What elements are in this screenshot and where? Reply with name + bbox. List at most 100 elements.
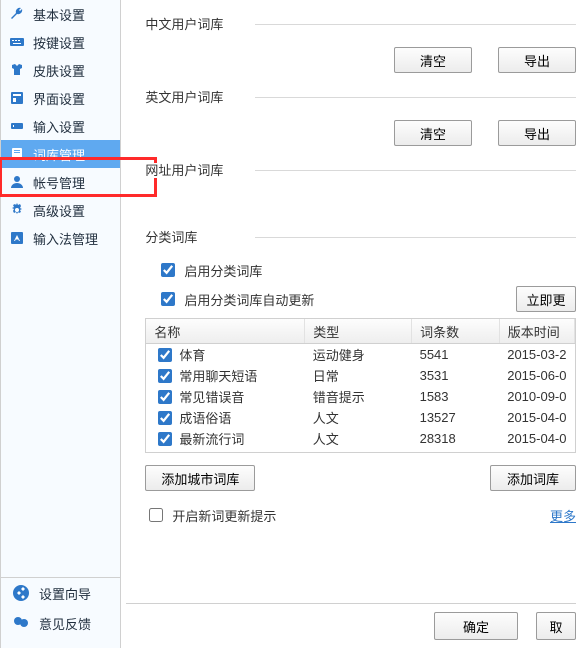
row-count: 28318: [412, 428, 500, 449]
row-name: 常见错误音: [179, 387, 244, 406]
sidebar-item-label: 基本设置: [33, 5, 85, 24]
dict-table-container[interactable]: 名称 类型 词条数 版本时间 体育运动健身55412015-03-2常用聊天短语…: [145, 318, 576, 453]
sidebar-item-advanced[interactable]: 高级设置: [1, 196, 120, 224]
section-title-cn: 中文用户词库: [145, 14, 576, 33]
row-count: 13527: [412, 407, 500, 428]
row-type: 错音提示: [305, 386, 412, 407]
sidebar-item-account[interactable]: 帐号管理: [1, 168, 120, 196]
row-name: 成语俗语: [179, 408, 231, 427]
row-type: 运动健身: [305, 344, 412, 366]
row-type: 人文: [305, 407, 412, 428]
row-time: 2015-03-2: [499, 449, 574, 453]
ok-button[interactable]: 确定: [434, 612, 518, 640]
row-name: 常用聊天短语: [179, 366, 257, 385]
row-checkbox[interactable]: [158, 411, 172, 425]
section-title-en: 英文用户词库: [145, 87, 576, 106]
sidebar-item-label: 输入设置: [33, 117, 85, 136]
row-checkbox[interactable]: [158, 369, 172, 383]
add-dict-button[interactable]: 添加词库: [490, 465, 576, 491]
th-type[interactable]: 类型: [305, 319, 412, 344]
row-time: 2010-09-0: [499, 386, 574, 407]
sidebar-item-label: 词库管理: [33, 145, 85, 164]
row-name: 流行歌曲歌: [179, 450, 244, 453]
th-name[interactable]: 名称: [146, 319, 304, 344]
th-count[interactable]: 词条数: [412, 319, 500, 344]
sidebar-item-label: 界面设置: [33, 89, 85, 108]
section-title-url: 网址用户词库: [145, 160, 576, 179]
dict-icon: [9, 146, 25, 162]
add-city-dict-button[interactable]: 添加城市词库: [145, 465, 255, 491]
row-count: 5541: [412, 344, 500, 366]
settings-sidebar: 基本设置 按键设置 皮肤设置 界面设置 输入设置 词库管理: [0, 0, 121, 648]
sidebar-item-label: 帐号管理: [33, 173, 85, 192]
section-category-dict: 分类词库 启用分类词库 启用分类词库自动更新 立即更 名称 类型: [145, 227, 576, 525]
section-en-dict: 英文用户词库 清空 导出: [145, 87, 576, 146]
row-checkbox[interactable]: [158, 390, 172, 404]
table-row[interactable]: 常见错误音 错音提示15832010-09-0: [146, 386, 574, 407]
row-checkbox[interactable]: [158, 432, 172, 446]
update-now-button[interactable]: 立即更: [516, 286, 576, 312]
sidebar-item-ime[interactable]: 输入法管理: [1, 224, 120, 252]
user-icon: [9, 174, 25, 190]
input-icon: [9, 118, 25, 134]
shirt-icon: [9, 62, 25, 78]
row-name: 最新流行词: [179, 429, 244, 448]
cn-clear-button[interactable]: 清空: [394, 47, 472, 73]
autoupdate-label[interactable]: 启用分类词库自动更新: [184, 290, 314, 309]
dict-table: 名称 类型 词条数 版本时间 体育运动健身55412015-03-2常用聊天短语…: [146, 319, 575, 453]
keyboard-icon: [9, 34, 25, 50]
sidebar-item-basic[interactable]: 基本设置: [1, 0, 120, 28]
cn-export-button[interactable]: 导出: [498, 47, 576, 73]
sidebar-item-label: 输入法管理: [33, 229, 98, 248]
row-count: 19914: [412, 449, 500, 453]
table-row[interactable]: 最新流行词 人文283182015-04-0: [146, 428, 574, 449]
sidebar-item-skin[interactable]: 皮肤设置: [1, 56, 120, 84]
row-checkbox[interactable]: [158, 453, 172, 454]
sidebar-item-label: 按键设置: [33, 33, 85, 52]
sidebar-item-label: 皮肤设置: [33, 61, 85, 80]
section-cn-dict: 中文用户词库 清空 导出: [145, 14, 576, 73]
row-time: 2015-04-0: [499, 407, 574, 428]
ime-icon: [9, 230, 25, 246]
section-url-dict: 网址用户词库: [145, 160, 576, 179]
feedback-icon: [11, 613, 31, 633]
layout-icon: [9, 90, 25, 106]
newword-tip-checkbox[interactable]: [149, 508, 163, 522]
wizard-icon: [11, 583, 31, 603]
more-link[interactable]: 更多: [550, 506, 576, 525]
sidebar-wizard-label: 设置向导: [39, 584, 91, 603]
cancel-button[interactable]: 取: [536, 612, 576, 640]
row-checkbox[interactable]: [158, 348, 172, 362]
th-time[interactable]: 版本时间: [499, 319, 574, 344]
en-export-button[interactable]: 导出: [498, 120, 576, 146]
sidebar-item-keys[interactable]: 按键设置: [1, 28, 120, 56]
row-time: 2015-03-2: [499, 344, 574, 366]
row-count: 1583: [412, 386, 500, 407]
sidebar-item-layout[interactable]: 界面设置: [1, 84, 120, 112]
sidebar-wizard[interactable]: 设置向导: [1, 578, 120, 608]
en-clear-button[interactable]: 清空: [394, 120, 472, 146]
dialog-footer: 确定 取: [126, 603, 576, 648]
sidebar-feedback[interactable]: 意见反馈: [1, 608, 120, 638]
table-row[interactable]: 成语俗语 人文135272015-04-0: [146, 407, 574, 428]
table-row[interactable]: 流行歌曲歌 音乐199142015-03-2: [146, 449, 574, 453]
row-name: 体育: [179, 345, 205, 364]
table-row[interactable]: 常用聊天短语日常35312015-06-0: [146, 365, 574, 386]
row-count: 3531: [412, 365, 500, 386]
sidebar-item-label: 高级设置: [33, 201, 85, 220]
table-row[interactable]: 体育 运动健身55412015-03-2: [146, 344, 574, 366]
autoupdate-checkbox[interactable]: [161, 292, 175, 306]
row-type: 音乐: [305, 449, 412, 453]
sidebar-feedback-label: 意见反馈: [39, 614, 91, 633]
enable-category-checkbox[interactable]: [161, 263, 175, 277]
newword-tip-label[interactable]: 开启新词更新提示: [172, 506, 276, 525]
wrench-icon: [9, 6, 25, 22]
sidebar-item-dictionary[interactable]: 词库管理: [1, 140, 120, 168]
main-panel: 中文用户词库 清空 导出 英文用户词库 清空 导出 网址用户词库 分类词库 启用…: [121, 0, 576, 648]
enable-category-label[interactable]: 启用分类词库: [184, 261, 262, 280]
row-type: 人文: [305, 428, 412, 449]
row-time: 2015-06-0: [499, 365, 574, 386]
sidebar-item-input[interactable]: 输入设置: [1, 112, 120, 140]
section-title-cat: 分类词库: [145, 227, 576, 246]
row-time: 2015-04-0: [499, 428, 574, 449]
